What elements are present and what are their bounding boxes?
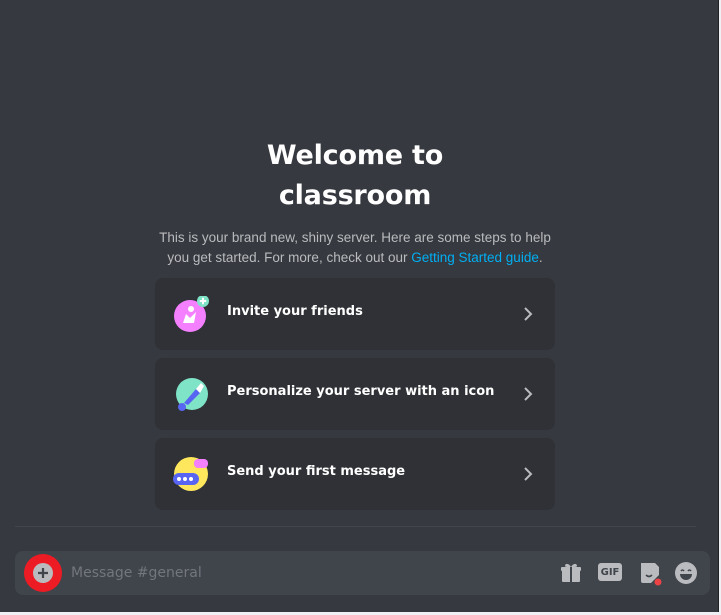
plus-icon [33, 563, 53, 583]
invite-friends-icon [173, 295, 209, 332]
chevron-right-icon [523, 466, 533, 482]
gif-button[interactable]: GIF [598, 560, 624, 586]
emoji-icon[interactable] [673, 560, 699, 586]
welcome-title-line1: Welcome to [266, 140, 444, 171]
personalize-brush-icon [173, 376, 209, 412]
step-label-send-message: Send your first message [227, 464, 406, 479]
step-personalize-server[interactable]: Personalize your server with an icon [155, 358, 555, 430]
gift-icon[interactable] [558, 560, 584, 586]
welcome-description: This is your brand new, shiny server. He… [155, 228, 555, 268]
welcome-title: Welcome to classroom [155, 136, 555, 216]
divider [15, 526, 696, 527]
welcome-description-end: . [538, 250, 543, 265]
getting-started-link[interactable]: Getting Started guide [411, 250, 539, 265]
welcome-title-line2: classroom [278, 180, 432, 211]
add-attachment-button[interactable] [24, 554, 62, 592]
chevron-right-icon [523, 306, 533, 322]
message-input[interactable] [71, 562, 541, 584]
step-send-first-message[interactable]: Send your first message [155, 438, 555, 510]
sticker-icon[interactable] [637, 560, 663, 586]
step-label-invite: Invite your friends [227, 304, 363, 319]
step-label-personalize: Personalize your server with an icon [227, 384, 495, 399]
step-invite-friends[interactable]: Invite your friends [155, 278, 555, 350]
gif-label: GIF [598, 563, 622, 581]
welcome-section: Welcome to classroom This is your brand … [155, 136, 555, 268]
chevron-right-icon [523, 386, 533, 402]
send-message-icon [173, 456, 209, 492]
